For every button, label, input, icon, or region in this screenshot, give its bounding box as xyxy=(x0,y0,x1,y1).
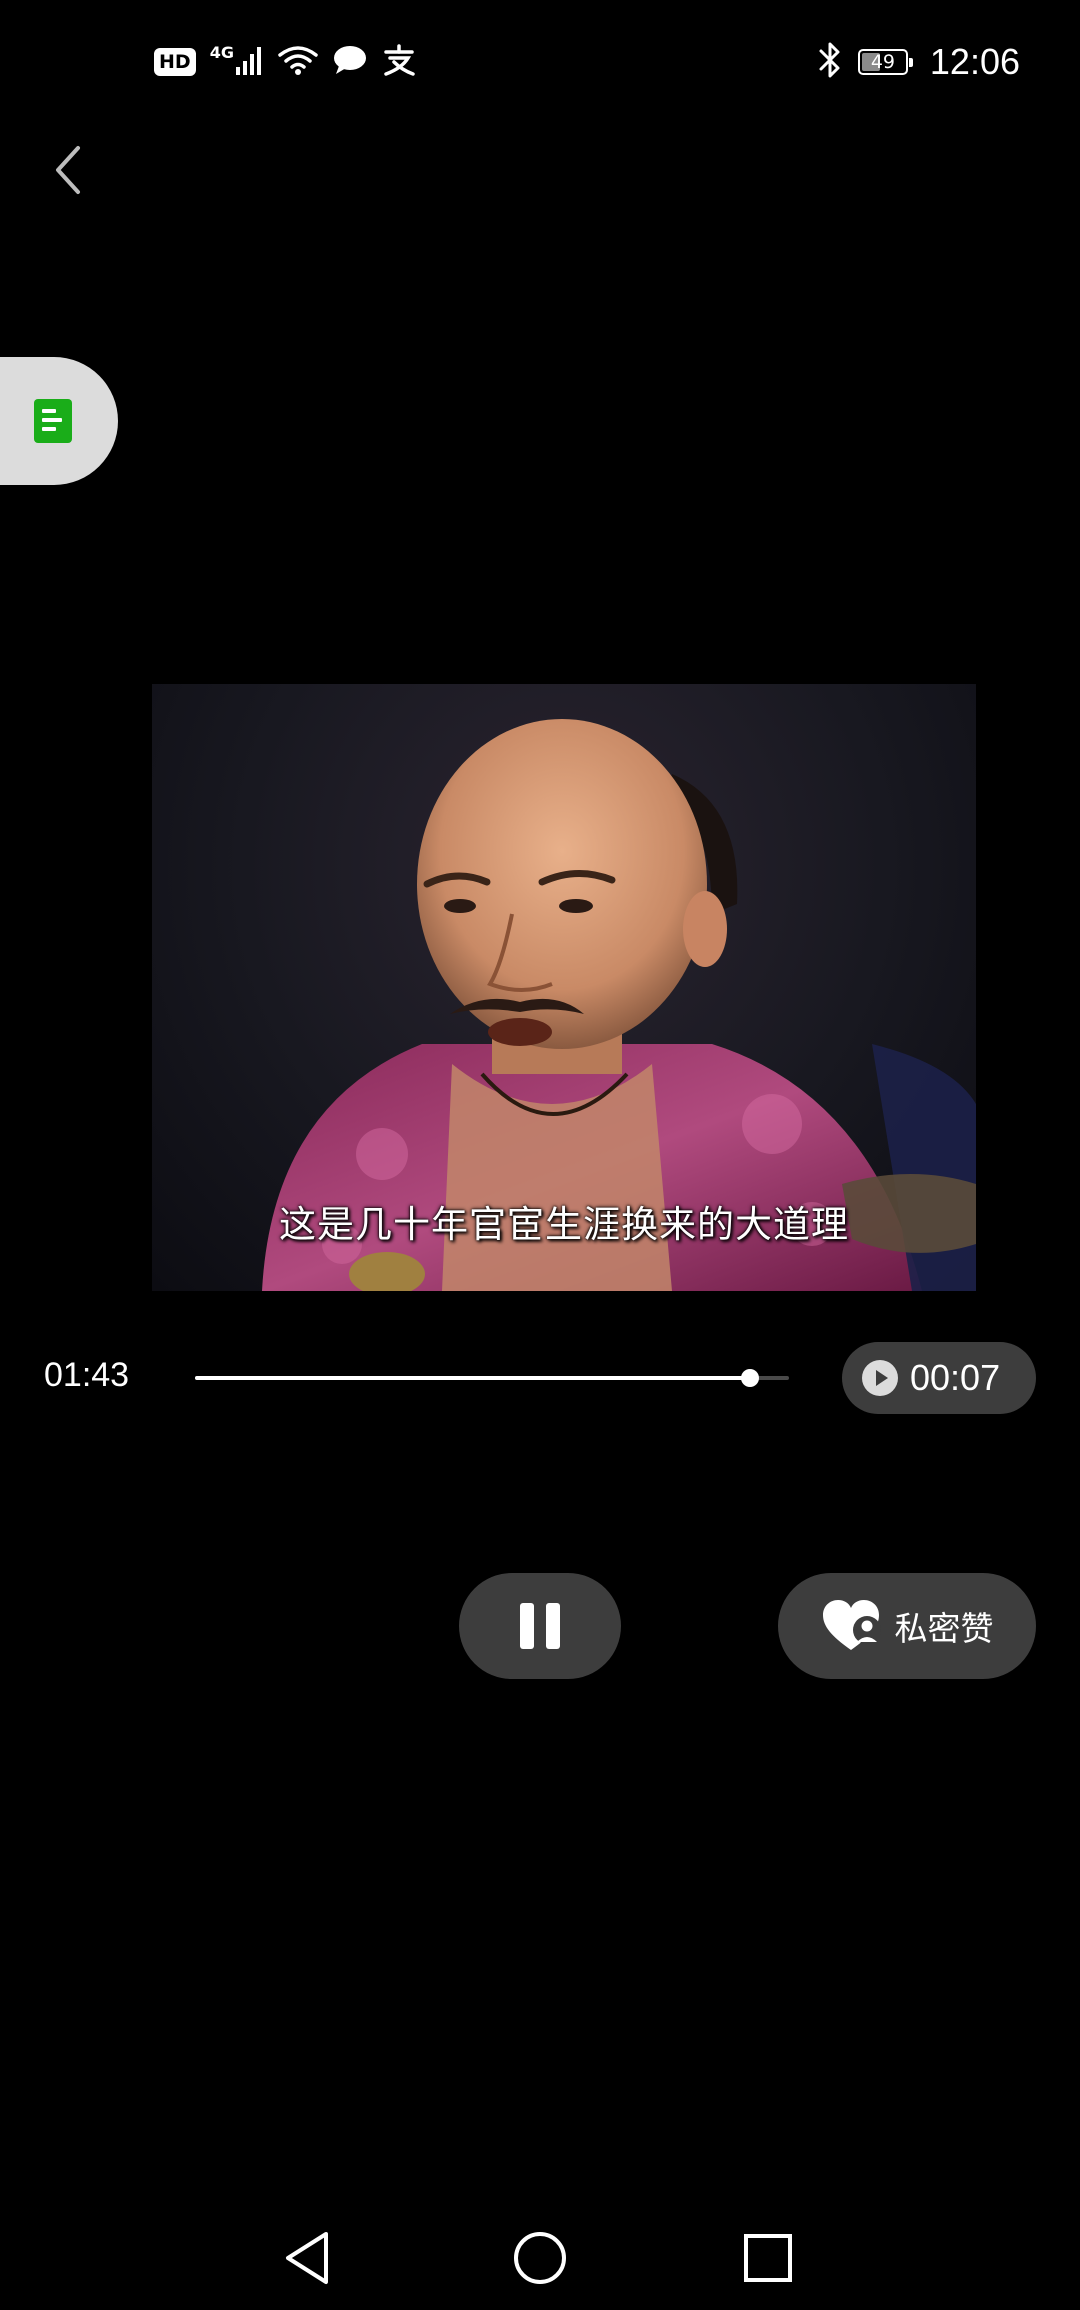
network-type: 4G xyxy=(209,42,234,62)
pause-button[interactable] xyxy=(459,1573,621,1679)
video-subtitle: 这是几十年官宦生涯换来的大道理 xyxy=(279,1203,849,1246)
nav-back-button[interactable] xyxy=(268,2218,348,2298)
current-time: 01:43 xyxy=(44,1356,130,1394)
status-left: HD 4G xyxy=(154,42,416,82)
chevron-left-icon xyxy=(56,146,80,194)
nav-home-button[interactable] xyxy=(500,2218,580,2298)
pause-icon xyxy=(520,1603,560,1649)
private-like-label: 私密赞 xyxy=(894,1609,994,1648)
signal-icon xyxy=(235,45,264,79)
note-icon xyxy=(34,399,72,443)
hd-badge: HD xyxy=(154,48,196,76)
status-right: 49 12:06 xyxy=(818,36,1020,88)
nav-recents-button[interactable] xyxy=(728,2218,808,2298)
private-like-icon xyxy=(822,1600,881,1650)
bluetooth-icon xyxy=(818,41,842,83)
progress-bar[interactable] xyxy=(195,1369,789,1387)
back-button[interactable] xyxy=(28,130,108,210)
private-like-button[interactable]: 私密赞 xyxy=(778,1573,1036,1679)
message-icon xyxy=(332,44,368,80)
video-frame[interactable]: 这是几十年官宦生涯换来的大道理 xyxy=(152,684,976,1291)
alipay-icon xyxy=(382,44,416,80)
progress-fill xyxy=(195,1376,751,1380)
status-bar: HD 4G 49 12:06 xyxy=(0,0,1080,124)
nav-back-icon xyxy=(286,2232,328,2284)
play-circle-icon xyxy=(862,1360,898,1396)
floating-note-button[interactable] xyxy=(0,357,118,485)
wifi-icon xyxy=(278,44,318,80)
clock: 12:06 xyxy=(929,41,1020,82)
battery-level: 49 xyxy=(870,50,895,73)
nav-recents-icon xyxy=(744,2234,792,2282)
remaining-time: 00:07 xyxy=(910,1357,1001,1398)
nav-home-icon xyxy=(514,2232,566,2284)
battery-icon: 49 xyxy=(857,49,913,75)
progress-thumb[interactable] xyxy=(741,1369,760,1387)
system-nav-bar xyxy=(0,2200,1080,2310)
remaining-time-pill[interactable]: 00:07 xyxy=(842,1342,1036,1414)
